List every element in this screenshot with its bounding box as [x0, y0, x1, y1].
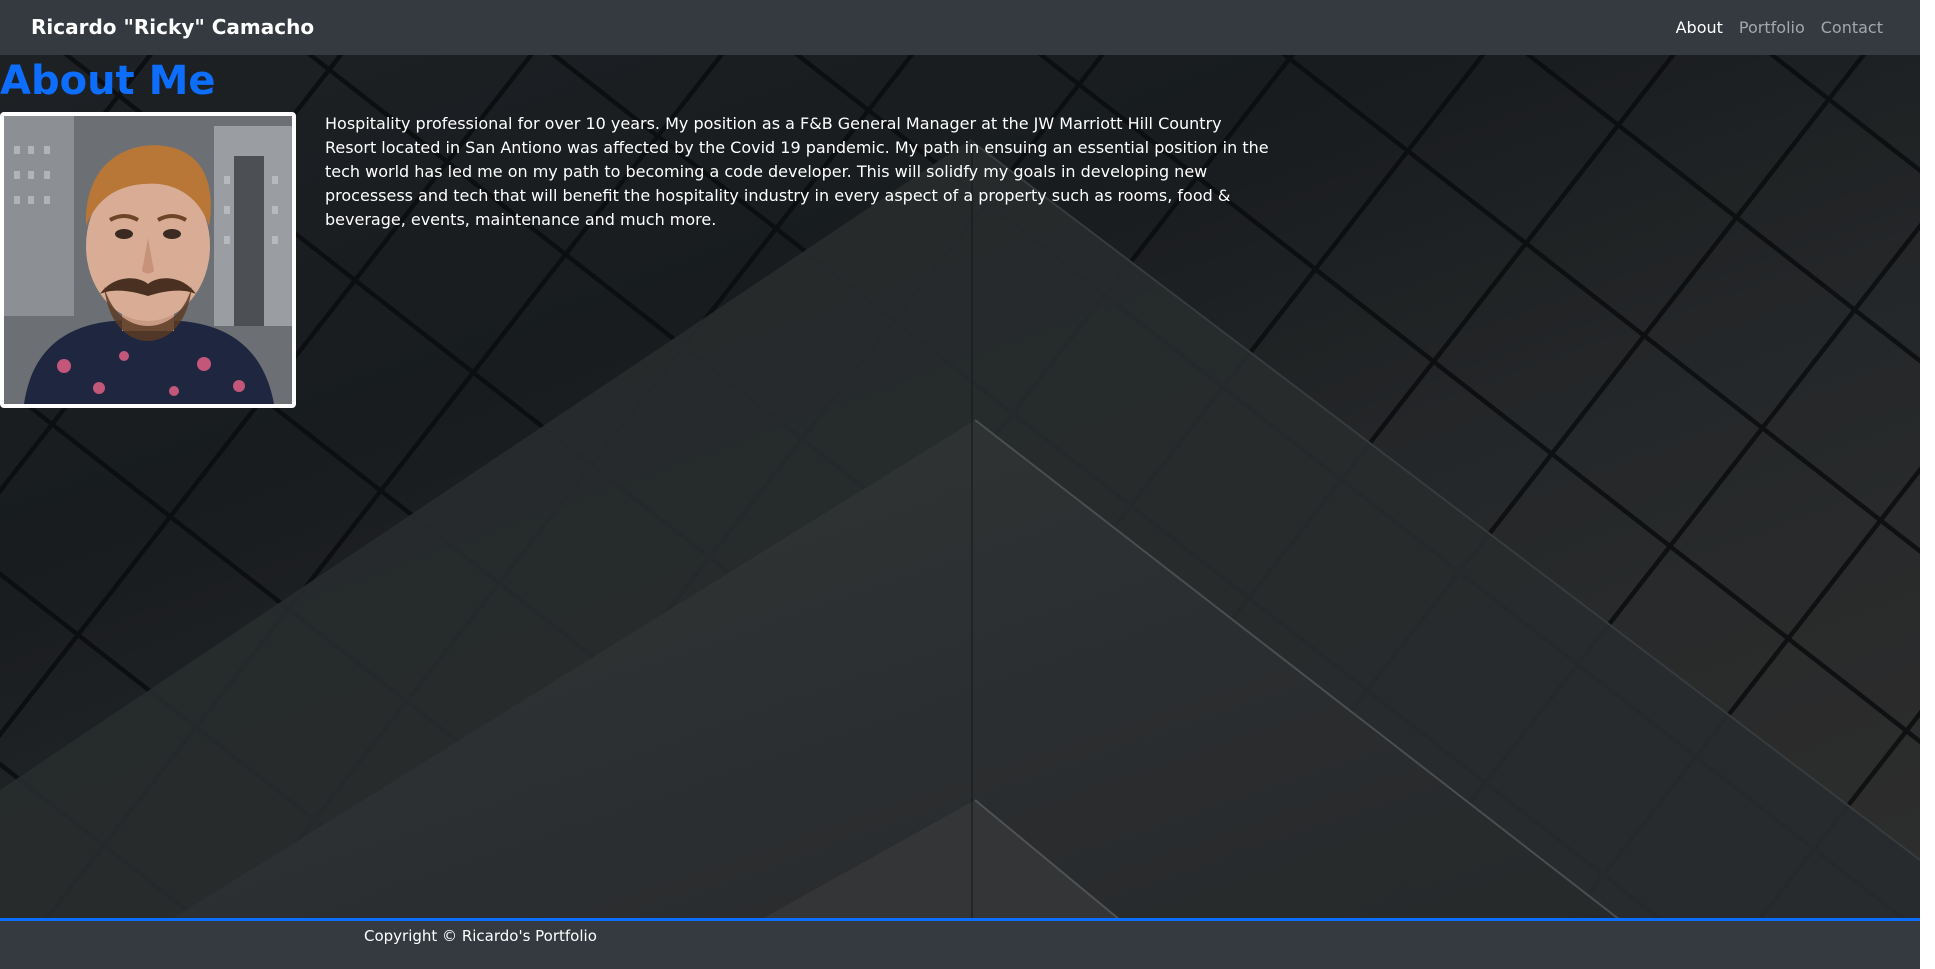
footer: Copyright © Ricardo's Portfolio	[0, 918, 1920, 969]
copyright-text: Copyright © Ricardo's Portfolio	[364, 927, 597, 945]
navbar: Ricardo "Ricky" Camacho About Portfolio …	[0, 0, 1920, 55]
nav-links: About Portfolio Contact	[1676, 18, 1883, 37]
page: Ricardo "Ricky" Camacho About Portfolio …	[0, 0, 1935, 969]
brand-link[interactable]: Ricardo "Ricky" Camacho	[31, 15, 314, 39]
nav-link-contact[interactable]: Contact	[1821, 18, 1883, 37]
scrollbar-gutter	[1920, 0, 1935, 969]
page-title: About Me	[0, 58, 216, 104]
nav-link-portfolio[interactable]: Portfolio	[1739, 18, 1805, 37]
nav-link-about[interactable]: About	[1676, 18, 1723, 37]
about-bio: Hospitality professional for over 10 yea…	[325, 114, 1269, 229]
portrait-illustration	[4, 116, 292, 404]
profile-photo	[0, 112, 296, 408]
